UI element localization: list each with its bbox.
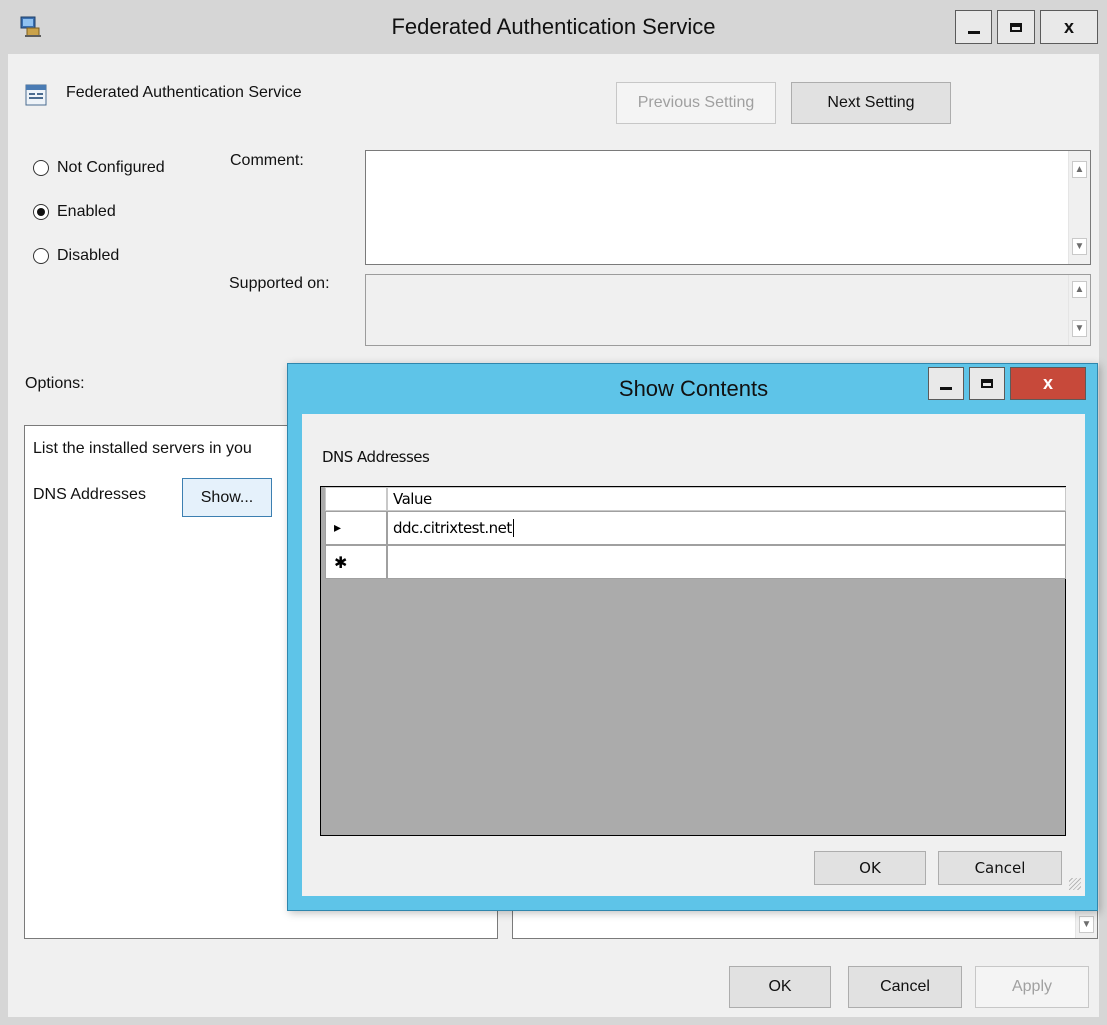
minimize-icon [967,30,980,34]
radio-not-configured[interactable]: Not Configured [33,159,165,177]
cancel-button[interactable]: Cancel [848,966,962,1008]
show-contents-dialog: Show Contents x DNS Addresses Value ▸ dd… [287,363,1098,911]
maximize-icon [981,379,993,388]
options-description: List the installed servers in you [33,440,252,457]
maximize-button[interactable] [997,10,1035,44]
comment-field[interactable]: ▲ ▼ [365,150,1091,265]
dialog-list-label: DNS Addresses [322,448,430,466]
comment-scrollbar[interactable]: ▲ ▼ [1068,151,1090,264]
apply-button[interactable]: Apply [975,966,1089,1008]
close-icon: x [1042,373,1053,393]
close-icon: x [1063,16,1074,37]
maximize-icon [1010,22,1022,32]
value-cell[interactable]: ddc.citrixtest.net [387,511,1066,545]
scroll-up-icon[interactable]: ▲ [1072,161,1087,178]
supported-on-label: Supported on: [229,275,330,292]
dialog-client-area: DNS Addresses Value ▸ ddc.citrixtest.net… [302,414,1085,896]
radio-label: Enabled [57,203,116,220]
options-label: Options: [25,375,85,392]
dialog-close-button[interactable]: x [1010,367,1086,400]
resize-grip-icon[interactable] [1069,878,1081,890]
supported-on-scrollbar[interactable]: ▲ ▼ [1068,275,1090,345]
scroll-down-icon[interactable]: ▼ [1072,320,1087,337]
grid-corner-header [325,487,387,511]
next-setting-button[interactable]: Next Setting [791,82,951,124]
supported-on-field[interactable]: ▲ ▼ [365,274,1091,346]
new-value-cell[interactable] [387,545,1066,579]
scroll-down-icon[interactable]: ▼ [1079,916,1094,933]
minimize-icon [940,387,952,390]
setting-name: Federated Authentication Service [66,84,302,101]
show-button[interactable]: Show... [182,478,272,517]
ok-button[interactable]: OK [729,966,831,1008]
radio-disabled[interactable]: Disabled [33,247,119,265]
radio-selected-dot [37,208,45,216]
dialog-minimize-button[interactable] [928,367,964,400]
dns-addresses-label: DNS Addresses [33,486,146,503]
radio-label: Not Configured [57,159,165,176]
radio-circle [33,204,49,220]
values-grid[interactable]: Value ▸ ddc.citrixtest.net ✱ [320,486,1066,836]
minimize-button[interactable] [955,10,992,44]
new-row-icon[interactable]: ✱ [325,545,387,579]
window-title: Federated Authentication Service [391,14,716,39]
comment-label: Comment: [230,152,304,169]
previous-setting-button[interactable]: Previous Setting [616,82,776,124]
text-cursor [512,519,514,537]
value-cell-text: ddc.citrixtest.net [393,519,512,537]
radio-circle [33,160,49,176]
radio-label: Disabled [57,247,120,264]
dialog-maximize-button[interactable] [969,367,1005,400]
policy-setting-icon [25,84,47,106]
radio-enabled[interactable]: Enabled [33,203,116,221]
grid-empty-area [321,579,1065,835]
radio-circle [33,248,49,264]
current-row-icon[interactable]: ▸ [325,511,387,545]
dialog-ok-button[interactable]: OK [814,851,926,885]
column-header-value[interactable]: Value [387,487,1066,511]
dialog-cancel-button[interactable]: Cancel [938,851,1062,885]
scroll-down-icon[interactable]: ▼ [1072,238,1087,255]
scroll-up-icon[interactable]: ▲ [1072,281,1087,298]
close-button[interactable]: x [1040,10,1098,44]
